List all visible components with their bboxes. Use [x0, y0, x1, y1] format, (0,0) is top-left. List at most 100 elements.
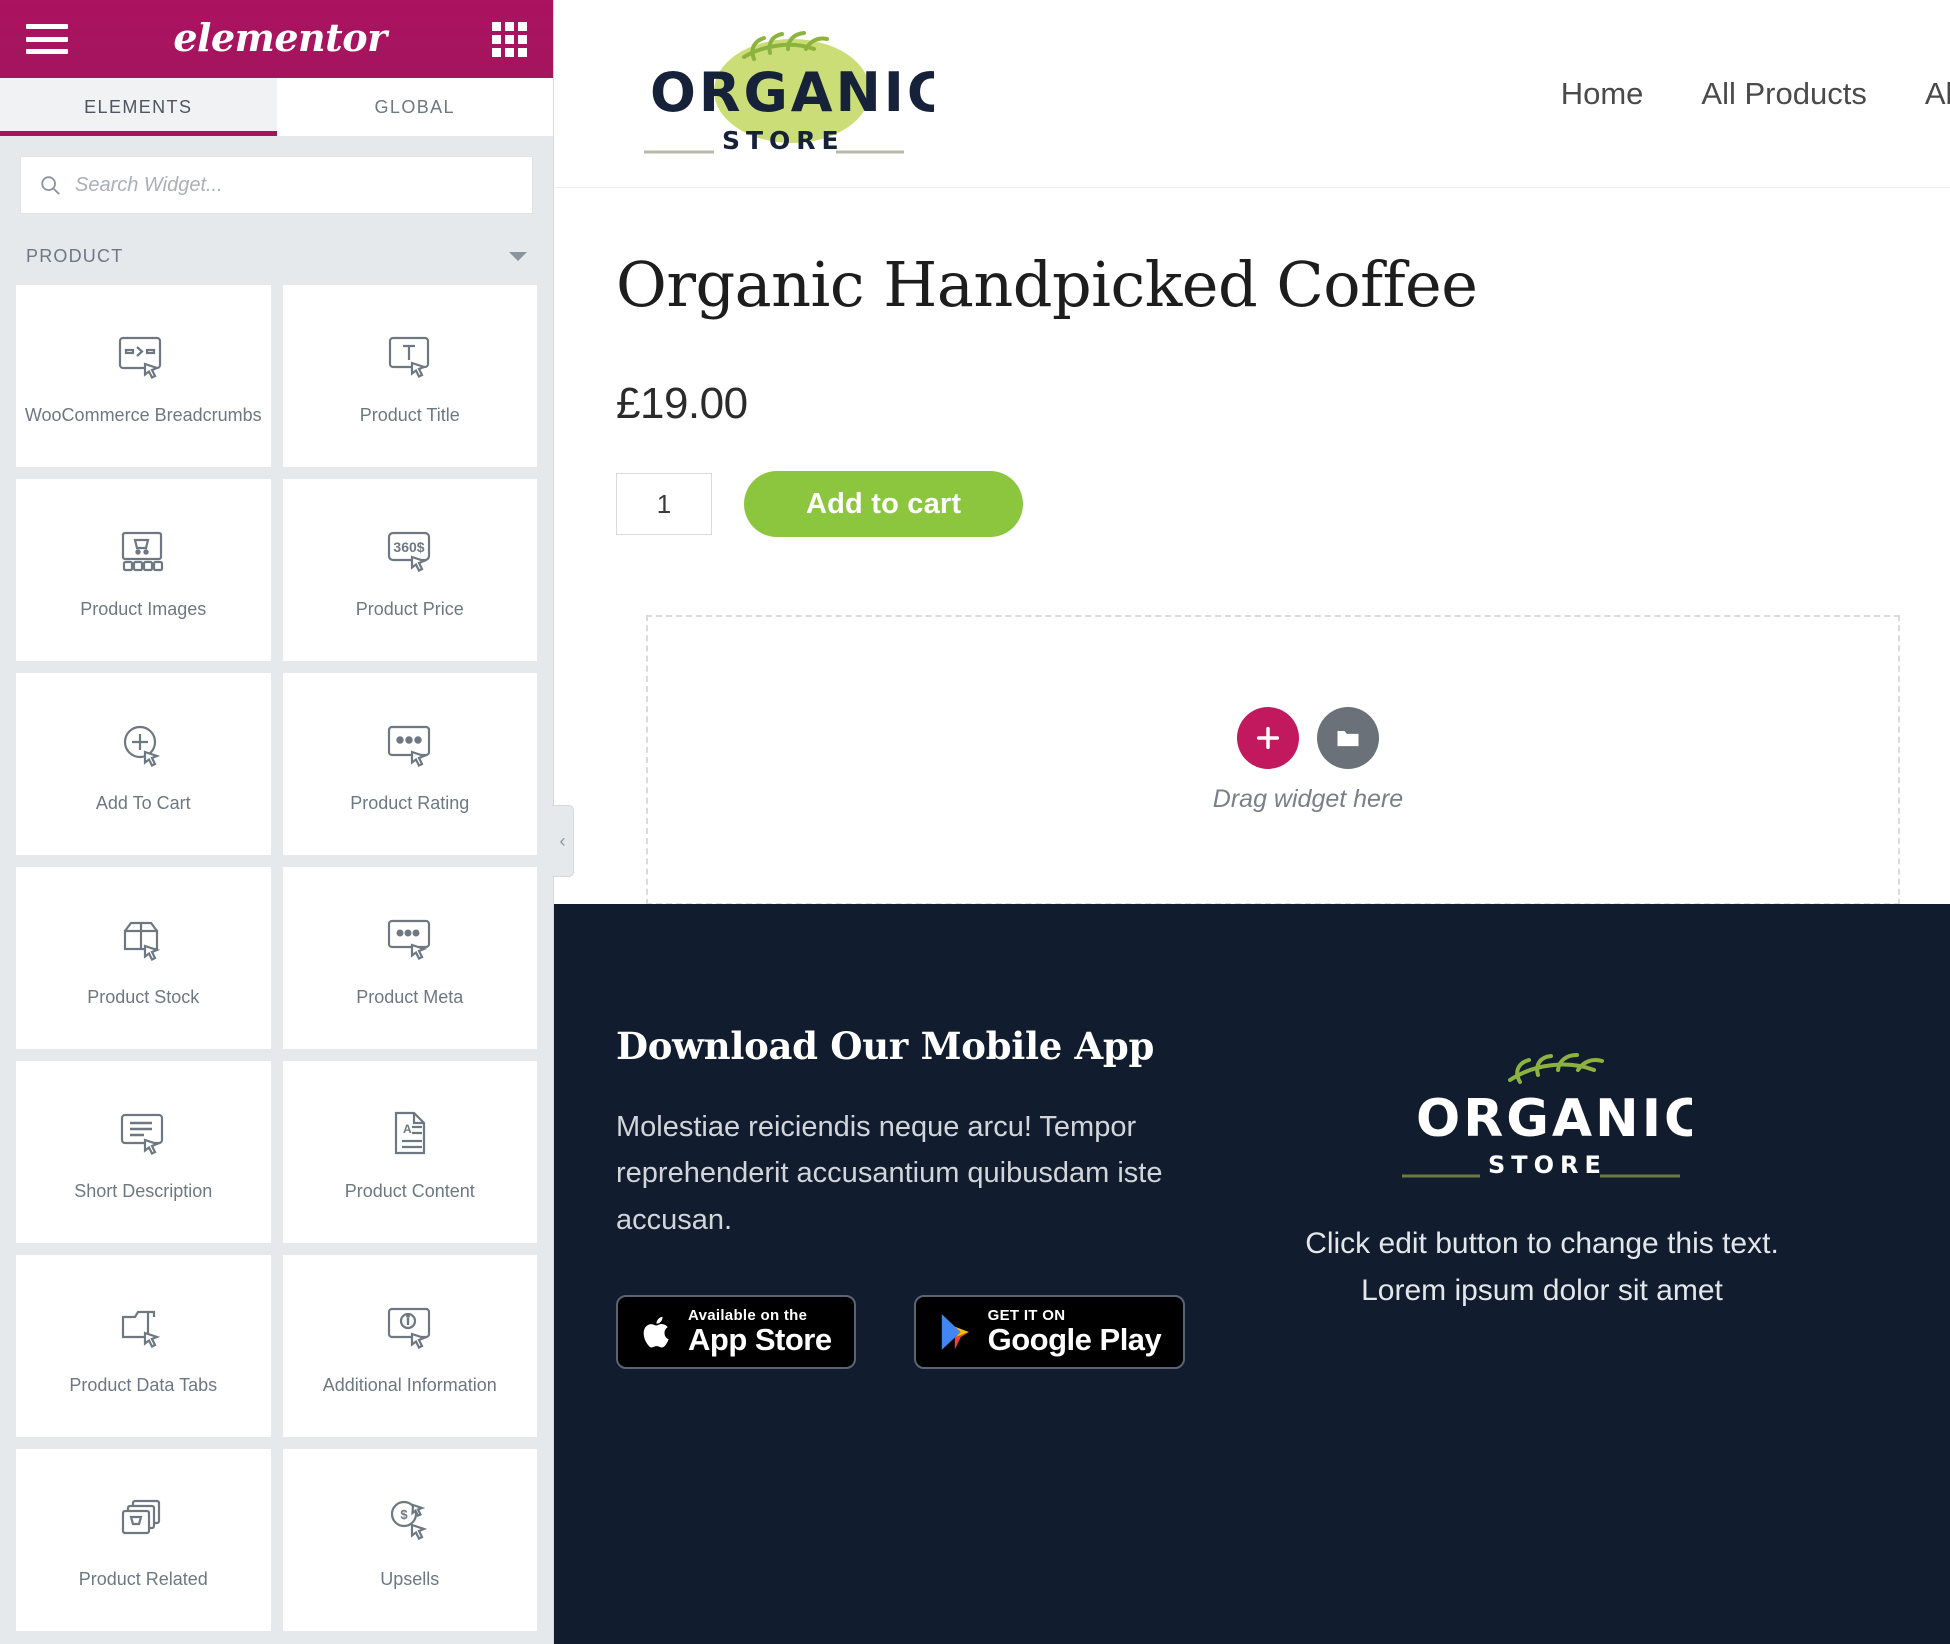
- dropzone-label: Drag widget here: [1212, 784, 1404, 813]
- widget-label: Product Related: [78, 1568, 208, 1589]
- widget-label: Upsells: [380, 1568, 440, 1589]
- svg-text:STORE: STORE: [1488, 1151, 1607, 1179]
- product-section: Organic Handpicked Coffee £19.00 Add to …: [554, 188, 1950, 905]
- add-widget-button[interactable]: [1236, 706, 1299, 769]
- widget-card-additional-information[interactable]: Additional Information: [282, 1255, 537, 1437]
- widget-label: Product Stock: [87, 986, 200, 1007]
- app-badges: Available on the App Store GET IT ON Goo…: [616, 1295, 1194, 1370]
- search-box[interactable]: [20, 156, 533, 214]
- elementor-logo: elementor: [173, 14, 387, 60]
- footer-heading: Download Our Mobile App: [616, 1024, 1155, 1068]
- google-play-badge[interactable]: GET IT ON Google Play: [913, 1295, 1186, 1370]
- widget-card-product-title[interactable]: Product Title: [282, 285, 537, 467]
- widget-card-add-to-cart[interactable]: Add To Cart: [16, 673, 271, 855]
- grid-apps-icon[interactable]: [491, 21, 527, 57]
- product-meta-widget-icon: [382, 908, 438, 972]
- widget-label: Product Price: [355, 598, 464, 619]
- apple-icon: [643, 1317, 669, 1348]
- widget-label: Product Title: [359, 404, 460, 425]
- tab-active-underline: [0, 131, 277, 136]
- svg-text:ORGANIC: ORGANIC: [1416, 1089, 1692, 1149]
- footer-left-column: Download Our Mobile App Molestiae reicie…: [554, 1024, 1194, 1644]
- breadcrumbs-widget-icon: [115, 326, 171, 390]
- additional-information-widget-icon: [382, 1296, 438, 1360]
- panel-collapse-handle[interactable]: ‹: [552, 805, 574, 877]
- site-logo[interactable]: ORGANIC STORE: [614, 19, 947, 169]
- site-nav: Home All Products Abo: [1561, 76, 1950, 112]
- footer-right-column: ORGANIC STORE Click edit button to chang…: [1194, 1024, 1950, 1644]
- add-to-cart-button[interactable]: Add to cart: [744, 471, 1024, 537]
- product-title: Organic Handpicked Coffee: [616, 248, 1478, 321]
- product-content-widget-icon: A: [382, 1102, 438, 1166]
- short-description-widget-icon: [115, 1102, 171, 1166]
- google-play-icon: [941, 1314, 969, 1350]
- widget-card-product-related[interactable]: Product Related: [16, 1449, 271, 1631]
- chevron-down-icon: [509, 252, 527, 261]
- add-to-cart-widget-icon: [115, 714, 171, 778]
- widget-card-product-price[interactable]: 360$ Product Price: [282, 479, 537, 661]
- svg-text:360$: 360$: [393, 539, 424, 555]
- widget-card-short-description[interactable]: Short Description: [16, 1061, 271, 1243]
- svg-text:STORE: STORE: [722, 126, 845, 155]
- widget-card-product-stock[interactable]: Product Stock: [16, 867, 271, 1049]
- elementor-widget-panel: elementor ELEMENTS GLOBAL PRODUCT: [0, 0, 574, 1644]
- search-input[interactable]: [75, 173, 514, 197]
- widget-dropzone[interactable]: Drag widget here: [646, 615, 1900, 905]
- product-price: £19.00: [616, 379, 748, 428]
- category-header-product[interactable]: PRODUCT: [0, 214, 553, 285]
- product-related-widget-icon: [115, 1490, 171, 1554]
- product-stock-widget-icon: [115, 908, 171, 972]
- svg-text:A: A: [403, 1122, 412, 1136]
- search-area: [0, 136, 553, 214]
- widget-label: Product Content: [344, 1180, 475, 1201]
- widget-card-product-data-tabs[interactable]: Product Data Tabs: [16, 1255, 271, 1437]
- dropzone-inner: Drag widget here: [1212, 706, 1404, 814]
- panel-tabs: ELEMENTS GLOBAL: [0, 78, 553, 136]
- tab-elements[interactable]: ELEMENTS: [0, 78, 277, 136]
- widget-label: Product Data Tabs: [69, 1374, 218, 1395]
- nav-link-about[interactable]: Abo: [1925, 76, 1950, 112]
- widget-grid: WooCommerce Breadcrumbs Product Title Pr…: [0, 285, 553, 1644]
- widget-card-woocommerce-breadcrumbs[interactable]: WooCommerce Breadcrumbs: [16, 285, 271, 467]
- svg-text:ORGANIC: ORGANIC: [650, 61, 934, 124]
- add-to-cart-row: Add to cart: [616, 471, 1890, 537]
- widget-label: Short Description: [74, 1180, 213, 1201]
- widget-label: Product Rating: [350, 792, 470, 813]
- tab-global[interactable]: GLOBAL: [276, 78, 553, 136]
- product-rating-widget-icon: [382, 714, 438, 778]
- preview-canvas: ORGANIC STORE Home All Products Abo Orga…: [554, 0, 1950, 1644]
- category-label: PRODUCT: [26, 246, 124, 266]
- site-footer: Download Our Mobile App Molestiae reicie…: [554, 904, 1950, 1644]
- footer-logo: ORGANIC STORE: [1392, 1042, 1702, 1187]
- widget-label: Product Images: [80, 598, 207, 619]
- folder-icon: [1337, 730, 1359, 746]
- widget-card-product-rating[interactable]: Product Rating: [282, 673, 537, 855]
- widget-card-product-content[interactable]: A Product Content: [282, 1061, 537, 1243]
- app-store-badge[interactable]: Available on the App Store: [616, 1295, 856, 1370]
- product-title-widget-icon: [382, 326, 438, 390]
- widget-card-product-meta[interactable]: Product Meta: [282, 867, 537, 1049]
- search-icon: [41, 176, 60, 195]
- dropzone-buttons: [1236, 706, 1379, 769]
- widget-card-upsells[interactable]: $ Upsells: [282, 1449, 537, 1631]
- svg-text:$: $: [400, 1507, 408, 1522]
- site-header: ORGANIC STORE Home All Products Abo: [554, 0, 1950, 188]
- nav-link-home[interactable]: Home: [1561, 76, 1644, 112]
- widget-card-product-images[interactable]: Product Images: [16, 479, 271, 661]
- template-library-button[interactable]: [1316, 706, 1379, 769]
- widget-label: WooCommerce Breadcrumbs: [24, 404, 262, 425]
- product-data-tabs-widget-icon: [115, 1296, 171, 1360]
- plus-icon: [1256, 726, 1280, 749]
- quantity-input[interactable]: [616, 473, 712, 535]
- product-price-widget-icon: 360$: [382, 520, 438, 584]
- widget-label: Add To Cart: [95, 792, 191, 813]
- hamburger-icon[interactable]: [26, 24, 68, 54]
- nav-link-all-products[interactable]: All Products: [1701, 76, 1866, 112]
- elementor-editor: elementor ELEMENTS GLOBAL PRODUCT: [0, 0, 1950, 1644]
- upsells-widget-icon: $: [382, 1490, 438, 1554]
- panel-header: elementor: [0, 0, 553, 78]
- footer-note-line1: Click edit button to change this text.: [1305, 1227, 1779, 1260]
- widget-label: Product Meta: [356, 986, 464, 1007]
- app-store-badge-big: App Store: [688, 1321, 832, 1357]
- footer-note: Click edit button to change this text. L…: [1305, 1221, 1779, 1314]
